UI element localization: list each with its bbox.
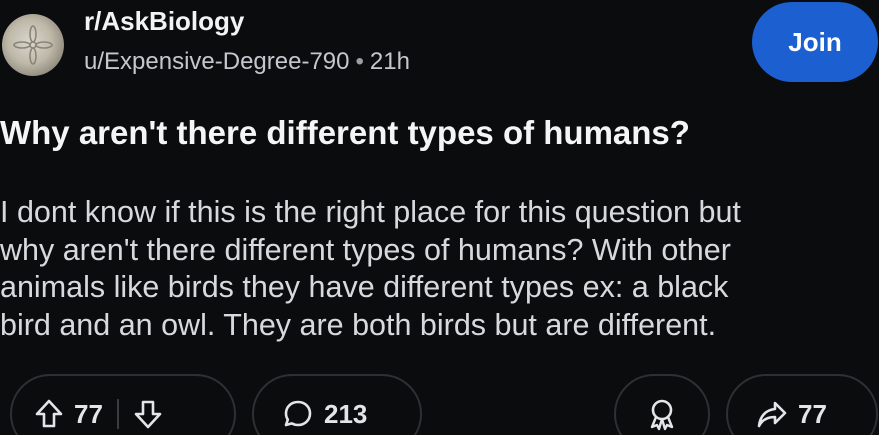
subreddit-name[interactable]: r/AskBiology [84, 6, 244, 37]
post-body-line: animals like birds they have different t… [0, 270, 729, 304]
award-icon [645, 397, 679, 431]
post-body-line: I dont know if this is the right place f… [0, 195, 741, 229]
comment-button[interactable]: 213 [252, 374, 422, 435]
comment-count: 213 [324, 398, 368, 429]
upvote-count: 77 [74, 398, 103, 429]
downvote-icon[interactable] [133, 398, 163, 430]
post-body: I dont know if this is the right place f… [0, 194, 879, 344]
post-header: r/AskBiology u/Expensive-Degree-790 • 21h … [0, 0, 879, 100]
share-arrow-icon [756, 399, 788, 429]
post-meta: u/Expensive-Degree-790 • 21h [84, 48, 410, 76]
meta-separator: • [355, 48, 364, 75]
sand-dollar-icon [13, 25, 53, 65]
share-button[interactable]: 77 [726, 374, 878, 435]
share-count: 77 [798, 398, 827, 429]
post-body-line: bird and an owl. They are both birds but… [0, 307, 717, 342]
vote-bar: 77 [10, 374, 236, 435]
upvote-icon[interactable] [34, 398, 64, 430]
post-time: 21h [369, 48, 410, 75]
subreddit-avatar[interactable] [2, 14, 64, 76]
post-title[interactable]: Why aren't there different types of huma… [0, 114, 879, 152]
comment-bubble-icon [282, 398, 314, 430]
join-button[interactable]: Join [752, 2, 878, 82]
post-body-line: why aren't there different types of huma… [0, 232, 731, 267]
vote-divider [116, 399, 119, 429]
author-name[interactable]: u/Expensive-Degree-790 [84, 48, 350, 75]
award-button[interactable] [614, 374, 710, 435]
